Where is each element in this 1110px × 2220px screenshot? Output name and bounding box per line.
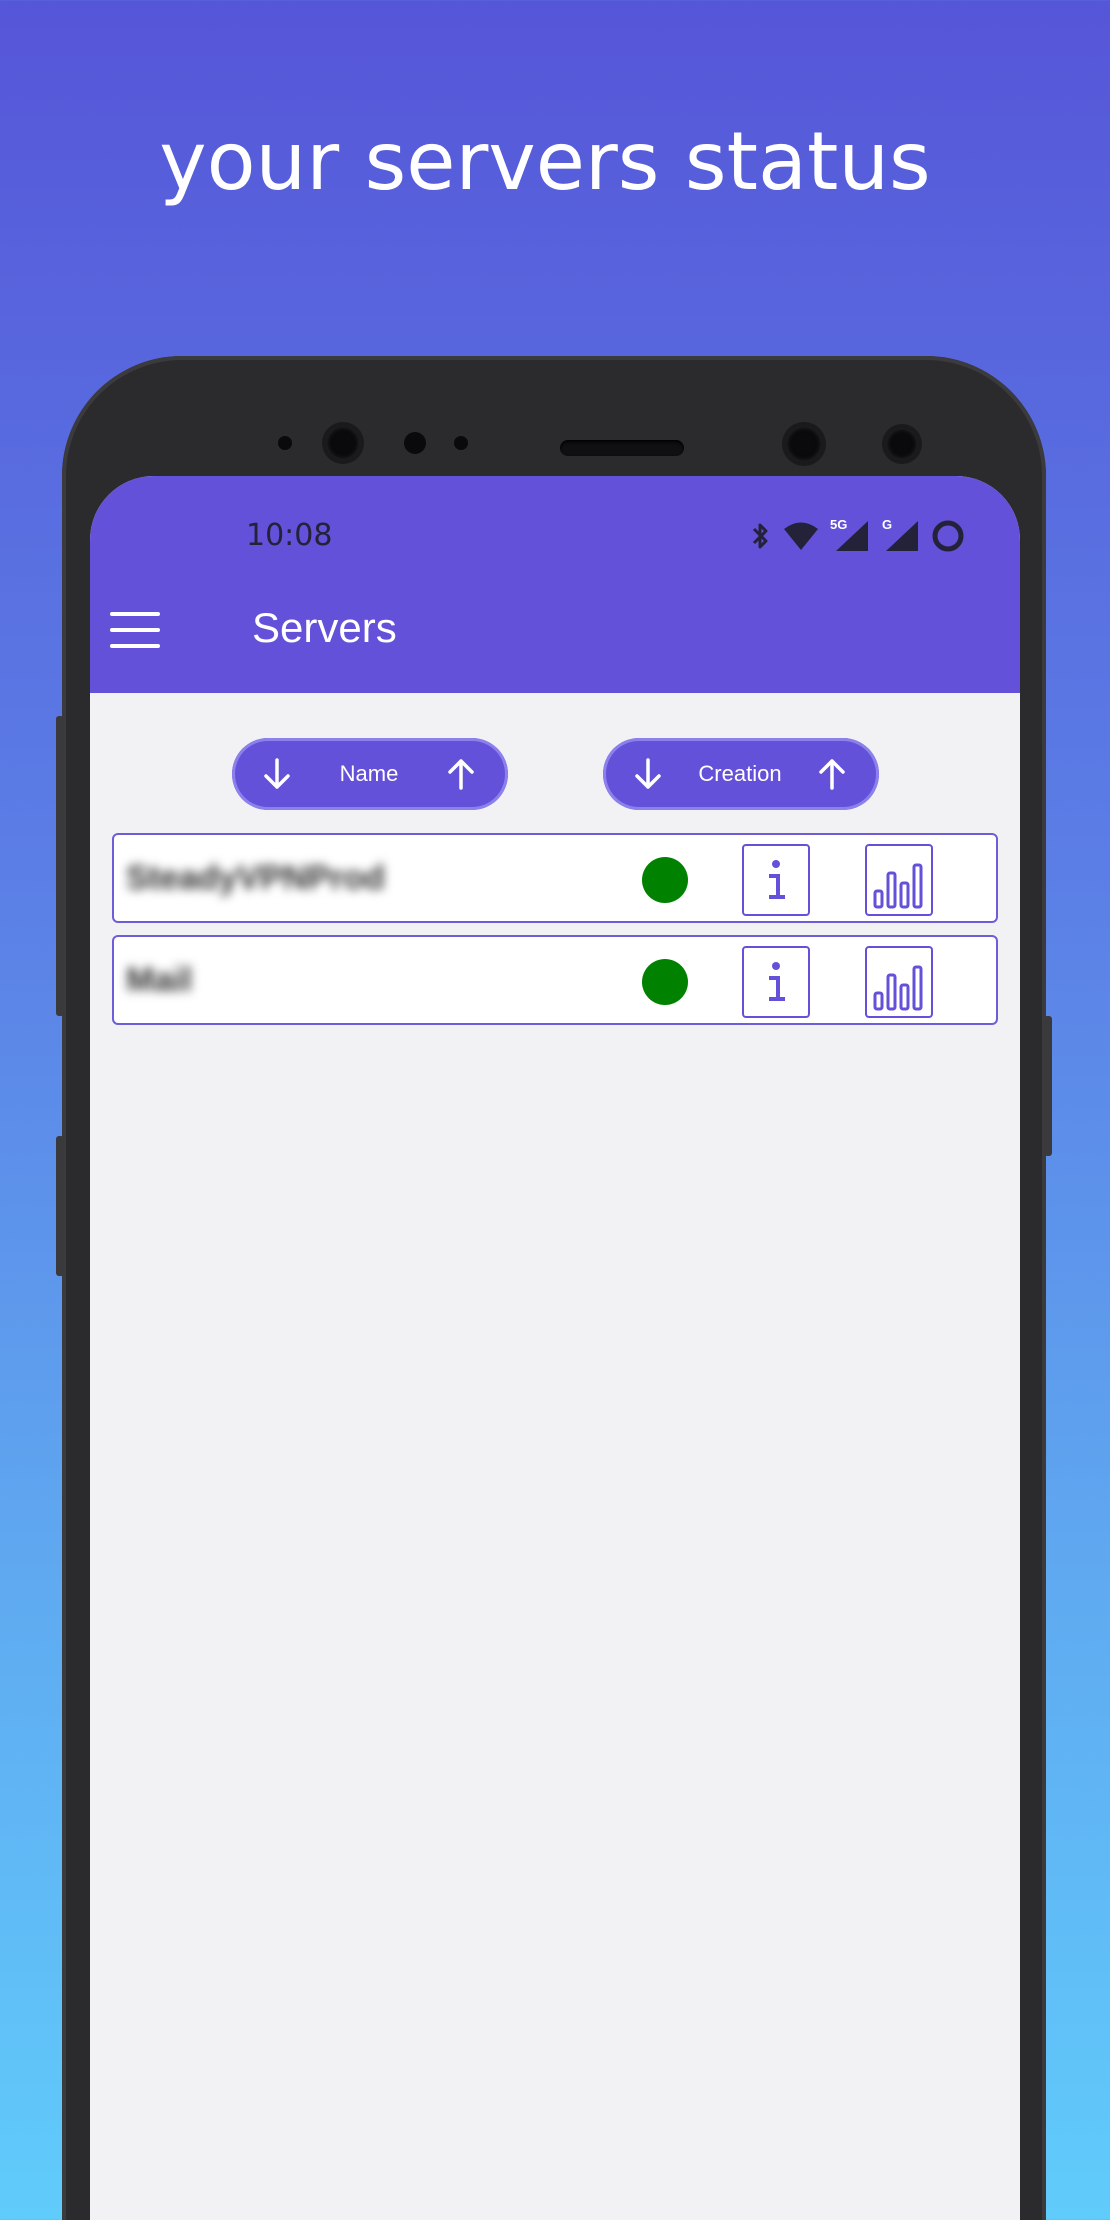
status-time: 10:08 bbox=[246, 518, 333, 553]
server-row[interactable]: Mail bbox=[112, 935, 998, 1025]
battery-circle-icon bbox=[932, 520, 964, 552]
iris-camera bbox=[786, 426, 822, 462]
server-stats-button[interactable] bbox=[865, 844, 933, 916]
bar-chart-icon bbox=[873, 863, 923, 909]
sensor-dot bbox=[404, 432, 426, 454]
arrow-up-icon[interactable] bbox=[446, 757, 476, 791]
server-name: SteadyVPNProd bbox=[126, 859, 385, 897]
status-online-indicator bbox=[642, 857, 688, 903]
sensor-dot bbox=[454, 436, 468, 450]
bar-chart-icon bbox=[873, 965, 923, 1011]
iris-sensor bbox=[886, 428, 918, 460]
server-name: Mail bbox=[126, 961, 193, 999]
earpiece-speaker bbox=[560, 440, 684, 456]
signal-5g-icon: 5G bbox=[830, 517, 870, 553]
page-title: Servers bbox=[252, 604, 397, 651]
status-icons: 5G G bbox=[748, 517, 966, 554]
wifi-icon bbox=[784, 522, 818, 550]
info-icon bbox=[769, 860, 785, 899]
sort-name-button[interactable]: Name bbox=[232, 738, 508, 810]
promo-headline: your servers status bbox=[159, 115, 931, 208]
hamburger-menu-icon[interactable] bbox=[110, 612, 160, 648]
sort-creation-label: Creation bbox=[698, 761, 782, 786]
server-info-button[interactable] bbox=[742, 844, 810, 916]
bluetooth-icon bbox=[752, 523, 768, 549]
power-button bbox=[1044, 1016, 1052, 1156]
network-label: 5G bbox=[830, 517, 848, 532]
app-bar: 10:08 5G G Servers bbox=[90, 476, 1020, 693]
arrow-down-icon[interactable] bbox=[633, 757, 663, 791]
sensor-dot bbox=[278, 436, 292, 450]
signal-icon: G bbox=[880, 517, 920, 553]
front-camera bbox=[326, 426, 360, 460]
info-icon bbox=[769, 962, 785, 1001]
network2-label: G bbox=[882, 517, 893, 532]
arrow-up-icon[interactable] bbox=[817, 757, 847, 791]
arrow-down-icon[interactable] bbox=[262, 757, 292, 791]
app-screen: 10:08 5G G Servers Name Creation SteadyV… bbox=[90, 476, 1020, 2220]
server-info-button[interactable] bbox=[742, 946, 810, 1018]
volume-button bbox=[56, 716, 64, 1016]
side-button bbox=[56, 1136, 64, 1276]
sort-creation-button[interactable]: Creation bbox=[603, 738, 879, 810]
sort-name-label: Name bbox=[339, 761, 399, 786]
server-row[interactable]: SteadyVPNProd bbox=[112, 833, 998, 923]
status-online-indicator bbox=[642, 959, 688, 1005]
server-stats-button[interactable] bbox=[865, 946, 933, 1018]
